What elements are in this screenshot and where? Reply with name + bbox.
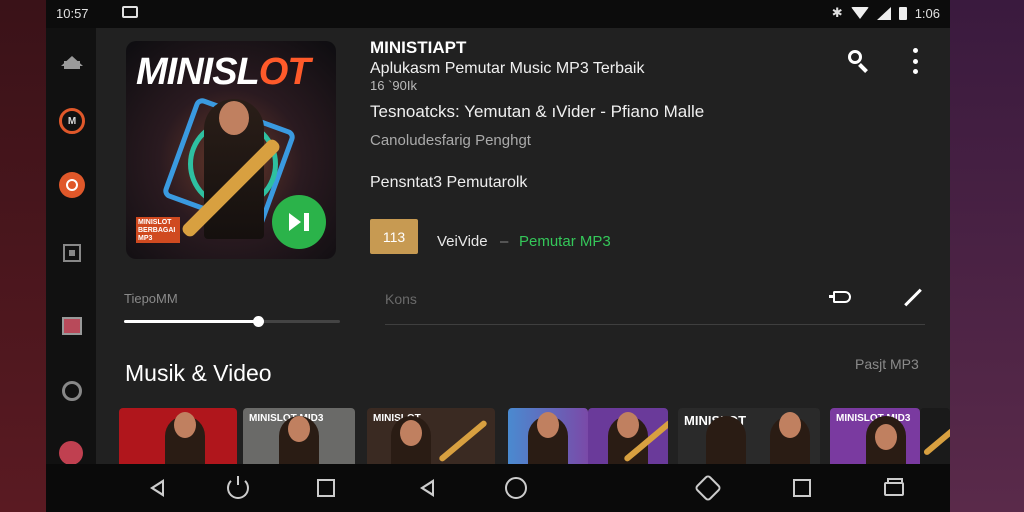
back-icon[interactable] xyxy=(416,476,440,500)
image-icon[interactable] xyxy=(59,313,85,339)
progress-fill xyxy=(124,320,258,323)
thumbnail-card[interactable]: MINISLOT xyxy=(367,408,495,464)
section-link[interactable]: Pasjt MP3 xyxy=(855,356,919,372)
thumb-head xyxy=(174,412,196,438)
settings-icon[interactable] xyxy=(59,378,85,404)
thumb-head xyxy=(537,412,559,438)
thumb-head xyxy=(617,412,639,438)
progress-slider[interactable] xyxy=(124,316,340,327)
side-rail: M xyxy=(46,28,96,465)
window-icon[interactable] xyxy=(882,476,906,500)
description-text: Canoludesfarig Penghgt xyxy=(370,132,531,149)
thumbnail-card[interactable] xyxy=(588,408,668,464)
thumb-guitar xyxy=(922,425,950,457)
home-icon[interactable] xyxy=(59,48,85,74)
thumbnail-card[interactable] xyxy=(508,408,588,464)
video-label: VeiVide xyxy=(437,233,488,250)
record-icon[interactable] xyxy=(59,172,85,198)
bluetooth-icon: ✱ xyxy=(831,5,843,20)
power-icon[interactable] xyxy=(226,476,250,500)
app-title: MINISTIAPT xyxy=(370,38,467,57)
background-left xyxy=(0,0,48,512)
main-panel: MINISLOT MINISLOT BERBAGAI MP3 MINISTIAP… xyxy=(96,28,950,464)
home-icon[interactable] xyxy=(504,476,528,500)
ring-icon[interactable]: M xyxy=(59,108,85,134)
background-right xyxy=(950,0,1024,512)
thumbnail-card[interactable]: MINISLOT MID3 xyxy=(243,408,355,464)
thumbnail-row: MINISLOT MID3 MINISLOT MINISLOT MID3 xyxy=(119,408,950,464)
search-lens xyxy=(848,50,862,64)
video-separator: – xyxy=(500,233,509,250)
status-bar: 10:57 ✱ 1:06 xyxy=(46,0,950,28)
rotate-icon[interactable] xyxy=(696,476,720,500)
more-dot xyxy=(912,69,918,74)
thumbnail-card[interactable]: MINISLOT xyxy=(678,408,820,464)
app-subtitle: Aplukasm Pemutar Music MP3 Terbaik xyxy=(370,60,645,77)
cover-title: MINISLOT xyxy=(136,51,311,94)
recents-icon[interactable] xyxy=(790,476,814,500)
divider-line xyxy=(385,324,925,325)
megaphone-icon[interactable] xyxy=(829,286,859,308)
search-icon[interactable] xyxy=(846,48,872,74)
section-title: Musik & Video xyxy=(125,360,272,386)
thumb-head xyxy=(875,424,897,450)
time-label: TiepoMM xyxy=(124,291,178,306)
count-badge: 113 xyxy=(370,219,418,254)
search-handle xyxy=(858,63,868,73)
wifi-icon xyxy=(850,7,869,19)
thumb-head xyxy=(288,416,310,442)
album-cover[interactable]: MINISLOT MINISLOT BERBAGAI MP3 xyxy=(126,41,336,259)
thumbnail-card[interactable]: MINISLOT MID3 xyxy=(830,408,920,464)
more-dot xyxy=(912,58,918,64)
recents-icon[interactable] xyxy=(314,476,338,500)
pause-bar-icon xyxy=(304,213,309,231)
thumb-head xyxy=(779,412,801,438)
screenshot-notification-icon xyxy=(122,6,138,18)
signal-icon xyxy=(876,6,891,20)
secondary-label: Kons xyxy=(385,291,417,307)
more-options-icon[interactable] xyxy=(910,48,920,74)
meta-text: 16 `90Ik xyxy=(370,78,417,93)
thumb-head xyxy=(400,420,422,446)
status-icons: ✱ 1:06 xyxy=(832,5,940,21)
battery-text: 1:06 xyxy=(914,5,940,21)
device-screen: 10:57 ✱ 1:06 M MINISLOT MINISLOT BERBAGA… xyxy=(46,0,950,512)
back-icon[interactable] xyxy=(146,476,170,500)
cover-badge: MINISLOT BERBAGAI MP3 xyxy=(136,217,180,243)
more-dot xyxy=(912,48,918,53)
progress-knob[interactable] xyxy=(252,316,264,327)
cover-title-white: MINISL xyxy=(136,51,260,93)
thumbnail-card[interactable] xyxy=(920,408,950,464)
cover-artist-head xyxy=(219,101,249,135)
play-button[interactable] xyxy=(272,195,326,249)
square-icon[interactable] xyxy=(59,240,85,266)
avatar-icon[interactable] xyxy=(59,441,83,465)
play-icon xyxy=(289,213,301,231)
status-time: 10:57 xyxy=(56,6,89,21)
megaphone-body xyxy=(833,291,851,303)
thumb-guitar xyxy=(438,419,488,463)
edit-pen xyxy=(904,288,922,307)
edit-icon[interactable] xyxy=(900,286,922,308)
cover-title-orange: OT xyxy=(258,51,311,93)
navigation-bar xyxy=(46,464,950,512)
secondary-text: Pensntat3 Pemutarolk xyxy=(370,174,528,191)
track-line: Tesnoatcks: Yemutan & ıVider - Pfiano Ma… xyxy=(370,102,705,121)
thumb-figure xyxy=(706,416,746,464)
thumbnail-card[interactable] xyxy=(119,408,237,464)
video-link[interactable]: Pemutar MP3 xyxy=(519,233,611,250)
battery-icon xyxy=(898,6,907,20)
